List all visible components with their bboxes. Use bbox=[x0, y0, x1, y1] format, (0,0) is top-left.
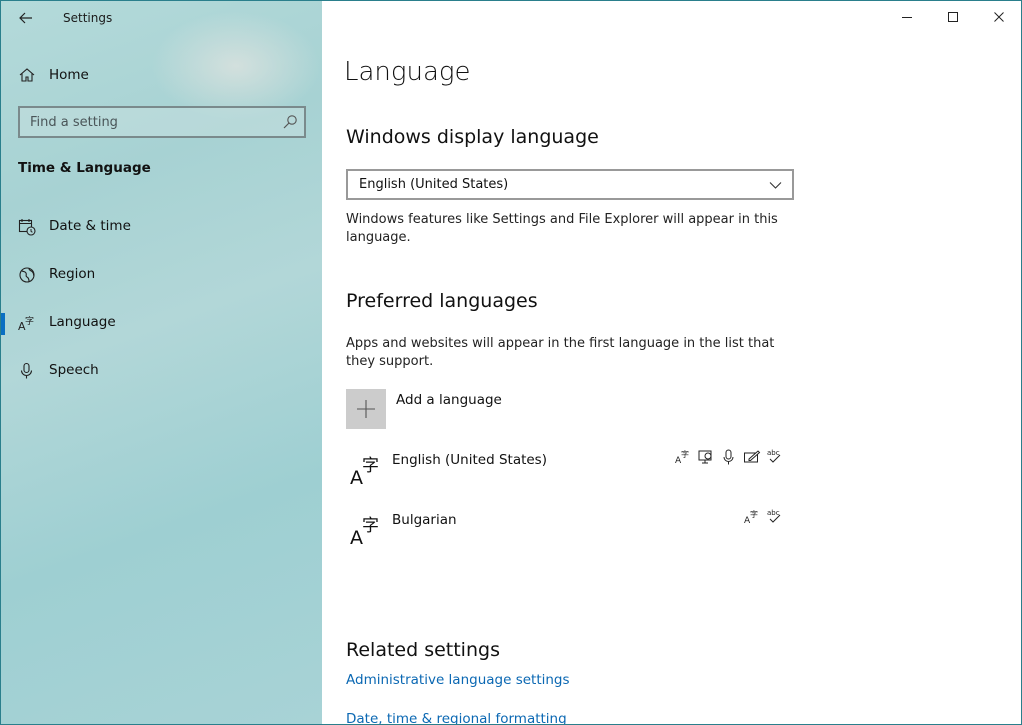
language-capabilities: A字 abc bbox=[743, 508, 784, 526]
speech-icon bbox=[720, 448, 738, 466]
svg-text:字: 字 bbox=[750, 509, 758, 519]
sidebar-item-label: Language bbox=[49, 314, 116, 330]
language-row-bulgarian[interactable]: A 字 Bulgarian A字 abc bbox=[346, 509, 796, 560]
sidebar-item-label: Speech bbox=[49, 362, 99, 378]
language-glyph-icon: A 字 bbox=[350, 516, 379, 548]
preferred-languages-heading: Preferred languages bbox=[346, 290, 538, 312]
calendar-clock-icon bbox=[18, 219, 36, 236]
display-icon bbox=[697, 448, 715, 466]
plus-icon bbox=[357, 400, 375, 418]
sidebar-item-label: Region bbox=[49, 266, 96, 282]
related-settings-heading: Related settings bbox=[346, 639, 500, 661]
home-icon bbox=[19, 68, 35, 82]
microphone-icon bbox=[20, 362, 33, 379]
nav-home[interactable]: Home bbox=[1, 59, 322, 91]
sidebar-item-language[interactable]: A 字 Language bbox=[1, 305, 322, 341]
sidebar-item-speech[interactable]: Speech bbox=[1, 353, 322, 389]
svg-text:abc: abc bbox=[767, 449, 780, 457]
svg-text:abc: abc bbox=[767, 509, 780, 517]
admin-language-settings-link[interactable]: Administrative language settings bbox=[346, 672, 570, 688]
language-capabilities: A字 abc bbox=[674, 448, 784, 466]
dropdown-value: English (United States) bbox=[359, 177, 509, 192]
svg-text:字: 字 bbox=[362, 456, 379, 476]
nav-home-label: Home bbox=[49, 67, 89, 83]
sidebar-item-date-time[interactable]: Date & time bbox=[1, 209, 322, 245]
sidebar: Settings Home Time & Language Date & tim… bbox=[1, 1, 322, 724]
preferred-languages-description: Apps and websites will appear in the fir… bbox=[346, 336, 775, 369]
section-heading: Time & Language bbox=[18, 160, 151, 176]
sidebar-item-region[interactable]: Region bbox=[1, 257, 322, 293]
back-button[interactable] bbox=[13, 7, 39, 29]
settings-window: Settings Home Time & Language Date & tim… bbox=[0, 0, 1022, 725]
main-content: Language Windows display language Englis… bbox=[322, 1, 1021, 724]
add-language-label: Add a language bbox=[396, 392, 502, 408]
svg-text:字: 字 bbox=[25, 315, 34, 327]
page-title: Language bbox=[344, 57, 471, 87]
search-input[interactable] bbox=[20, 108, 270, 136]
handwriting-icon bbox=[743, 448, 761, 466]
display-language-dropdown[interactable]: English (United States) bbox=[346, 169, 794, 200]
spelling-icon: abc bbox=[766, 508, 784, 526]
globe-icon bbox=[19, 267, 35, 283]
app-title: Settings bbox=[63, 11, 113, 25]
add-language-button[interactable]: Add a language bbox=[346, 389, 546, 429]
selection-indicator bbox=[1, 313, 5, 335]
language-pack-icon: A字 bbox=[743, 508, 761, 526]
search-box[interactable] bbox=[18, 106, 306, 138]
display-language-heading: Windows display language bbox=[346, 126, 599, 148]
language-row-english[interactable]: A 字 English (United States) A字 abc bbox=[346, 449, 796, 500]
language-pack-icon: A字 bbox=[674, 448, 692, 466]
svg-text:字: 字 bbox=[681, 449, 689, 459]
display-language-description: Windows features like Settings and File … bbox=[346, 212, 778, 245]
back-arrow-icon bbox=[19, 12, 32, 24]
chevron-down-icon bbox=[769, 182, 782, 189]
language-icon: A 字 bbox=[18, 315, 34, 332]
language-name: Bulgarian bbox=[392, 512, 457, 528]
sidebar-item-label: Date & time bbox=[49, 218, 131, 234]
spelling-icon: abc bbox=[766, 448, 784, 466]
add-tile bbox=[346, 389, 386, 429]
language-glyph-icon: A 字 bbox=[350, 456, 379, 488]
language-name: English (United States) bbox=[392, 452, 547, 468]
svg-text:字: 字 bbox=[362, 516, 379, 536]
search-icon[interactable] bbox=[282, 114, 298, 130]
regional-formatting-link[interactable]: Date, time & regional formatting bbox=[346, 711, 567, 724]
